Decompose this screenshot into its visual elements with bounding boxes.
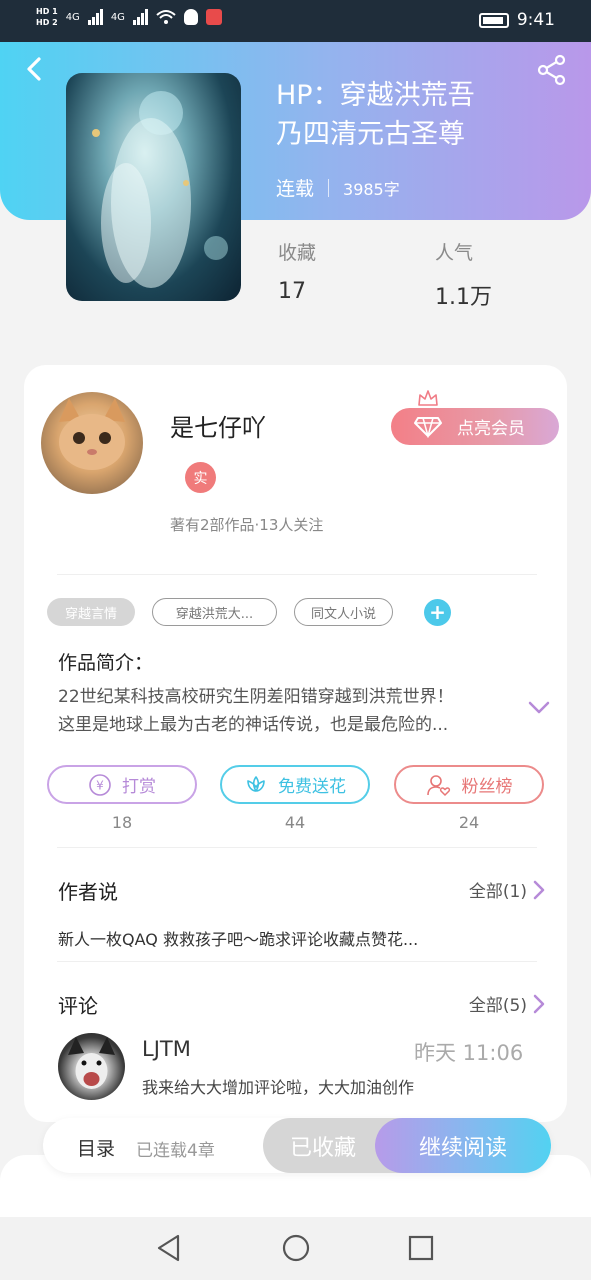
commenter-avatar[interactable] (58, 1033, 125, 1100)
favorites-stat: 收藏 17 (278, 238, 316, 304)
hd1-label: HD 1 (36, 7, 58, 16)
wifi-icon (156, 10, 176, 24)
real-name-badge: 实 (185, 462, 216, 493)
app-notification-icon (205, 9, 222, 25)
hd-indicators: HD 1 HD 2 (36, 6, 58, 28)
expand-icon[interactable] (528, 701, 550, 715)
diamond-icon (414, 417, 442, 438)
send-flower-button[interactable]: 免费送花 (220, 765, 370, 804)
tag-item[interactable]: 穿越言情 (47, 598, 135, 626)
intro-text[interactable]: 22世纪某科技高校研究生阴差阳错穿越到洪荒世界！ 这里是地球上最为古老的神话传说… (58, 683, 506, 739)
commenter-name[interactable]: LJTM (142, 1037, 191, 1061)
saved-label: 已收藏 (289, 1135, 356, 1161)
tag-item[interactable]: 穿越洪荒大... (152, 598, 277, 626)
fans-ranking-button[interactable]: 粉丝榜 (394, 765, 544, 804)
read-label: 继续阅读 (418, 1135, 507, 1161)
flower-label: 免费送花 (278, 777, 346, 797)
net1-label: 4G (65, 11, 80, 23)
chapter-count: 已连载4章 (136, 1141, 215, 1161)
divider (57, 574, 537, 575)
back-icon[interactable] (22, 56, 48, 82)
intro-title: 作品简介： (58, 652, 154, 674)
svg-text:¥: ¥ (96, 778, 104, 792)
status-bar: HD 1 HD 2 4G 4G 9:41 (0, 0, 591, 42)
crown-icon (418, 390, 438, 406)
favorites-label: 收藏 (278, 242, 317, 264)
comments-title: 评论 (58, 994, 98, 1018)
cat-avatar-image (59, 398, 125, 470)
intro-line1: 22世纪某科技高校研究生阴差阳错穿越到洪荒世界！ (58, 687, 454, 707)
comments-all-label: 全部(5) (468, 996, 527, 1016)
author-description: 著有2部作品·13人关注 (170, 516, 324, 534)
status-time: 9:41 (516, 10, 555, 30)
divider (57, 847, 537, 848)
tag-item[interactable]: 同文人小说 (294, 598, 393, 626)
signal-icon (132, 9, 148, 25)
book-title: HP：穿越洪荒吾 乃四清元古圣尊 (276, 76, 536, 154)
book-title-line2: 乃四清元古圣尊 (276, 119, 465, 150)
author-says-title: 作者说 (58, 880, 118, 904)
tag-list: 穿越言情 穿越洪荒大... 同文人小说 + (47, 598, 451, 626)
continue-reading-button[interactable]: 继续阅读 (375, 1118, 551, 1173)
author-says-all-link[interactable]: 全部(1) (469, 877, 545, 902)
signal-icon (87, 9, 103, 25)
popularity-label: 人气 (435, 242, 474, 264)
status-left: HD 1 HD 2 4G 4G (36, 6, 222, 28)
chevron-right-icon (533, 994, 545, 1013)
fans-label: 粉丝榜 (461, 777, 513, 797)
table-of-contents-button[interactable]: 目录 (77, 1134, 115, 1161)
comment-text[interactable]: 我来给大大增加评论啦，大大加油创作 (142, 1074, 414, 1098)
word-count: 3985字 (343, 179, 400, 199)
book-title-line1: HP：穿越洪荒吾 (276, 80, 475, 111)
cover-artwork (92, 91, 228, 288)
tip-label: 打赏 (122, 777, 156, 797)
intro-line2: 这里是地球上最为古老的神话传说，也是最危险的... (58, 715, 449, 735)
add-icon[interactable]: + (424, 598, 451, 626)
author-says-all-label: 全部(1) (468, 882, 527, 902)
book-status: 连载 (276, 178, 315, 200)
divider (57, 961, 537, 962)
comment-time: 昨天 11:06 (414, 1041, 524, 1065)
status-right: 9:41 (478, 10, 555, 30)
chevron-right-icon (533, 880, 545, 899)
comments-all-link[interactable]: 全部(5) (469, 991, 545, 1016)
author-avatar[interactable] (41, 392, 143, 494)
battery-icon (478, 12, 509, 28)
net2-label: 4G (110, 11, 125, 23)
flower-icon (247, 775, 265, 792)
fans-count: 24 (458, 813, 480, 832)
favorites-value: 17 (278, 279, 306, 304)
fans-icon (426, 774, 450, 796)
share-icon[interactable] (536, 54, 568, 86)
hd2-label: HD 2 (36, 18, 58, 27)
author-name[interactable]: 是七仔吖 (170, 408, 266, 443)
book-cover[interactable] (66, 73, 241, 301)
nav-home-icon[interactable] (281, 1233, 311, 1263)
system-nav-bar (0, 1217, 591, 1280)
flower-count: 44 (284, 813, 306, 832)
yen-icon: ¥ (89, 773, 111, 796)
book-meta: 连载 3985字 (276, 174, 400, 201)
author-says-text[interactable]: 新人一枚QAQ 救救孩子吧～跪求评论收藏点赞花... (58, 926, 418, 950)
nav-recent-icon[interactable] (407, 1234, 435, 1262)
tip-count: 18 (111, 813, 133, 832)
dog-avatar-image (68, 1037, 115, 1089)
popularity-value: 1.1万 (435, 285, 492, 310)
meta-divider (328, 178, 330, 197)
nav-back-icon[interactable] (155, 1233, 183, 1263)
popularity-stat: 人气 1.1万 (435, 238, 492, 311)
qq-icon (183, 9, 198, 25)
tip-button[interactable]: ¥ 打赏 (47, 765, 197, 804)
vip-button-label: 点亮会员 (457, 419, 525, 439)
